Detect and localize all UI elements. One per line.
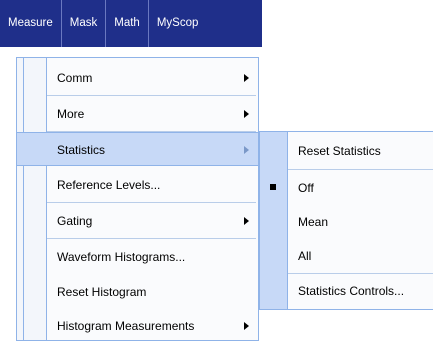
submenu-item-label: Reset Statistics [298, 144, 381, 158]
submenu-arrow-icon [244, 322, 249, 330]
menu-separator [47, 202, 256, 203]
submenu-arrow-icon [244, 146, 249, 154]
submenu-separator [288, 169, 433, 170]
menu-item-label: Reference Levels... [57, 178, 161, 192]
statistics-submenu: Reset Statistics Off Mean All Statistics… [259, 131, 433, 310]
submenu-item-label: Off [298, 181, 314, 195]
submenu-item-reset-statistics[interactable]: Reset Statistics [260, 134, 433, 168]
submenu-item-mean[interactable]: Mean [260, 205, 433, 239]
menu-item-gating[interactable]: Gating [17, 204, 258, 238]
menubar-item-mask[interactable]: Mask [62, 0, 107, 47]
selected-bullet-icon [270, 184, 276, 190]
submenu-arrow-icon [244, 217, 249, 225]
menubar-item-measure[interactable]: Measure [0, 0, 62, 47]
measure-dropdown-menu: Comm More Statistics Reference Levels...… [16, 57, 259, 341]
menubar-item-math[interactable]: Math [106, 0, 149, 47]
submenu-item-label: All [298, 249, 312, 263]
submenu-item-off[interactable]: Off [260, 171, 433, 205]
menu-item-waveform-histograms[interactable]: Waveform Histograms... [17, 240, 258, 274]
menu-item-label: More [57, 107, 85, 121]
menu-item-statistics[interactable]: Statistics [17, 132, 258, 166]
menu-item-comm[interactable]: Comm [17, 61, 258, 95]
submenu-item-statistics-controls[interactable]: Statistics Controls... [260, 274, 433, 308]
menu-item-label: Reset Histogram [57, 285, 147, 299]
submenu-item-label: Mean [298, 215, 329, 229]
menu-item-reference-levels[interactable]: Reference Levels... [17, 168, 258, 202]
menu-item-more[interactable]: More [17, 97, 258, 131]
menu-item-histogram-measurements[interactable]: Histogram Measurements [17, 309, 258, 343]
menu-item-label: Waveform Histograms... [57, 250, 186, 264]
menu-item-label: Gating [57, 214, 93, 228]
menu-bar: Measure Mask Math MyScop [0, 0, 262, 47]
menu-item-label: Comm [57, 71, 93, 85]
submenu-arrow-icon [244, 74, 249, 82]
menu-separator [47, 238, 256, 239]
menu-separator [47, 95, 256, 96]
menu-item-label: Statistics [57, 143, 106, 157]
menubar-item-myscope[interactable]: MyScop [149, 0, 207, 47]
submenu-item-label: Statistics Controls... [298, 284, 405, 298]
menu-item-label: Histogram Measurements [57, 319, 195, 333]
submenu-arrow-icon [244, 110, 249, 118]
submenu-item-all[interactable]: All [260, 239, 433, 273]
menu-item-reset-histogram[interactable]: Reset Histogram [17, 275, 258, 309]
